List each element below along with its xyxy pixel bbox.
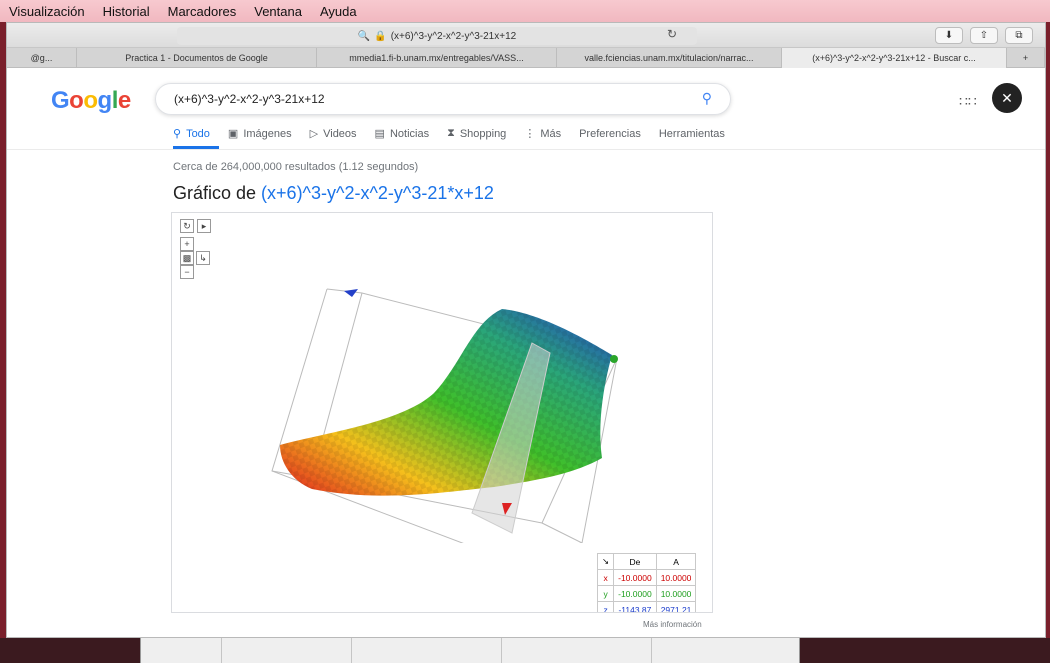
menu-visualizacion[interactable]: Visualización (0, 4, 94, 19)
divider (651, 638, 652, 663)
z-to-input[interactable]: 2971.21 (655, 601, 697, 612)
video-icon: ▷ (309, 128, 319, 140)
tab-noticias[interactable]: ▤ Noticias (374, 127, 430, 141)
y-axis-marker (610, 355, 618, 363)
search-icon[interactable]: ⚲ (702, 90, 712, 107)
download-icon: ⬇ (944, 30, 954, 41)
divider (501, 638, 502, 663)
search-query: (x+6)^3-y^2-x^2-y^3-21x+12 (174, 92, 325, 106)
google-logo[interactable]: Google (51, 87, 131, 115)
tab-label: valle.fciencias.unam.mx/titulacion/narra… (584, 53, 754, 63)
header-to: A (655, 553, 697, 570)
tabs-overview-button[interactable]: ⧉ (1005, 27, 1033, 44)
tab-label: Herramientas (658, 127, 725, 140)
tab-label: Noticias (389, 127, 430, 140)
menu-historial[interactable]: Historial (94, 4, 159, 19)
range-table: ↘ De A x -10.0000 10.0000 y -10.0000 10.… (596, 553, 697, 612)
tab-label: Todo (186, 127, 210, 140)
tab-active[interactable]: (x+6)^3-y^2-x^2-y^3-21x+12 - Buscar c... (782, 48, 1007, 68)
avatar[interactable]: ✕ (992, 83, 1022, 113)
logo-letter: G (51, 87, 70, 114)
address-text: (x+6)^3-y^2-x^2-y^3-21x+12 (390, 30, 517, 42)
menu-marcadores[interactable]: Marcadores (159, 4, 246, 19)
logo-letter: e (117, 87, 131, 114)
tab-label: Imágenes (243, 127, 292, 140)
share-button[interactable]: ⇧ (970, 27, 998, 44)
surface-plot[interactable] (172, 213, 712, 543)
logo-letter: o (69, 87, 84, 114)
tab-4[interactable]: valle.fciencias.unam.mx/titulacion/narra… (557, 48, 782, 68)
tab-shopping[interactable]: ⧗ Shopping (447, 127, 506, 140)
download-button[interactable]: ⬇ (935, 27, 963, 44)
tab-label: Videos (323, 127, 357, 140)
axis-x-label: x (596, 569, 615, 586)
z-from-input[interactable]: -1143.87 (613, 601, 657, 612)
tab-bar: @g... Practica 1 - Documentos de Google … (7, 48, 1045, 68)
3d-graph-widget[interactable]: ↻ ▸ + ▩ ↳ − ↘ De A x -10.0000 10.0000 y … (171, 212, 713, 613)
graph-title: Gráfico de (x+6)^3-y^2-x^2-y^3-21*x+12 (173, 183, 494, 204)
header-from: De (613, 553, 657, 570)
tab-label: Shopping (459, 127, 507, 140)
y-to-input[interactable]: 10.0000 (655, 585, 697, 602)
x-to-input[interactable]: 10.0000 (655, 569, 697, 586)
tab-3[interactable]: mmedia1.fi-b.unam.mx/entregables/VASS... (317, 48, 557, 68)
divider (7, 149, 1045, 150)
menu-ventana[interactable]: Ventana (245, 4, 311, 19)
tab-label: @g... (30, 53, 53, 63)
browser-window: 🔍 🔒 (x+6)^3-y^2-x^2-y^3-21x+12 ↻ ⬇ ⇧ ⧉ @… (6, 22, 1046, 638)
news-icon: ▤ (374, 128, 385, 140)
divider (351, 638, 352, 663)
corner-cell: ↘ (596, 553, 615, 570)
tab-todo[interactable]: ⚲ Todo (173, 127, 210, 141)
logo-letter: o (83, 87, 98, 114)
tab-preferencias[interactable]: Preferencias (579, 127, 641, 140)
tab-label: Más (540, 127, 562, 140)
tab-label: Preferencias (579, 127, 641, 140)
background-window (140, 638, 800, 663)
tab-videos[interactable]: ▷ Videos (309, 127, 357, 141)
z-axis-marker (344, 289, 358, 297)
apps-grid-icon[interactable]: ∷∷ (959, 93, 977, 110)
lock-icon: 🔒 (374, 30, 387, 42)
tab-mas[interactable]: ⋮ Más (524, 127, 562, 141)
graph-function[interactable]: (x+6)^3-y^2-x^2-y^3-21*x+12 (261, 183, 494, 203)
plus-icon: + (1022, 53, 1029, 63)
browser-toolbar: 🔍 🔒 (x+6)^3-y^2-x^2-y^3-21x+12 ↻ ⬇ ⇧ ⧉ (7, 23, 1045, 48)
x-from-input[interactable]: -10.0000 (613, 569, 657, 586)
search-icon: ⚲ (173, 128, 182, 140)
tab-2[interactable]: Practica 1 - Documentos de Google (77, 48, 317, 68)
new-tab-button[interactable]: + (1007, 48, 1045, 68)
search-input[interactable]: (x+6)^3-y^2-x^2-y^3-21x+12 ⚲ (155, 83, 731, 115)
tab-imagenes[interactable]: ▣ Imágenes (227, 127, 292, 141)
tab-label: mmedia1.fi-b.unam.mx/entregables/VASS... (349, 53, 524, 63)
tag-icon: ⧗ (447, 127, 455, 139)
share-icon: ⇧ (979, 30, 989, 41)
google-results-page: Google (x+6)^3-y^2-x^2-y^3-21x+12 ⚲ ∷∷ ✕… (7, 69, 1045, 637)
more-info-link[interactable]: Más información (643, 620, 702, 629)
tab-1[interactable]: @g... (7, 48, 77, 68)
surface-checker (280, 309, 612, 496)
menu-ayuda[interactable]: Ayuda (311, 4, 366, 19)
results-count: Cerca de 264,000,000 resultados (1.12 se… (173, 161, 419, 173)
image-icon: ▣ (227, 128, 239, 140)
tabs-icon: ⧉ (1015, 30, 1023, 41)
more-dots-icon: ⋮ (524, 128, 536, 140)
logo-letter: g (97, 87, 113, 114)
reload-icon[interactable]: ↻ (667, 27, 677, 41)
tab-label: Practica 1 - Documentos de Google (125, 53, 268, 63)
axis-y-label: y (596, 585, 615, 602)
y-from-input[interactable]: -10.0000 (613, 585, 657, 602)
menu-bar: Visualización Historial Marcadores Venta… (0, 0, 1050, 22)
graph-title-prefix: Gráfico de (173, 183, 262, 203)
address-bar[interactable]: 🔍 🔒 (x+6)^3-y^2-x^2-y^3-21x+12 (177, 27, 697, 45)
tab-label: (x+6)^3-y^2-x^2-y^3-21x+12 - Buscar c... (812, 53, 976, 63)
search-nav-tabs: ⚲ Todo ▣ Imágenes ▷ Videos ▤ Noticias ⧗ Shopp… (173, 127, 725, 140)
divider (221, 638, 222, 663)
axis-z-label: z (596, 601, 615, 612)
tab-herramientas[interactable]: Herramientas (659, 127, 725, 140)
search-icon: 🔍 (357, 30, 371, 42)
